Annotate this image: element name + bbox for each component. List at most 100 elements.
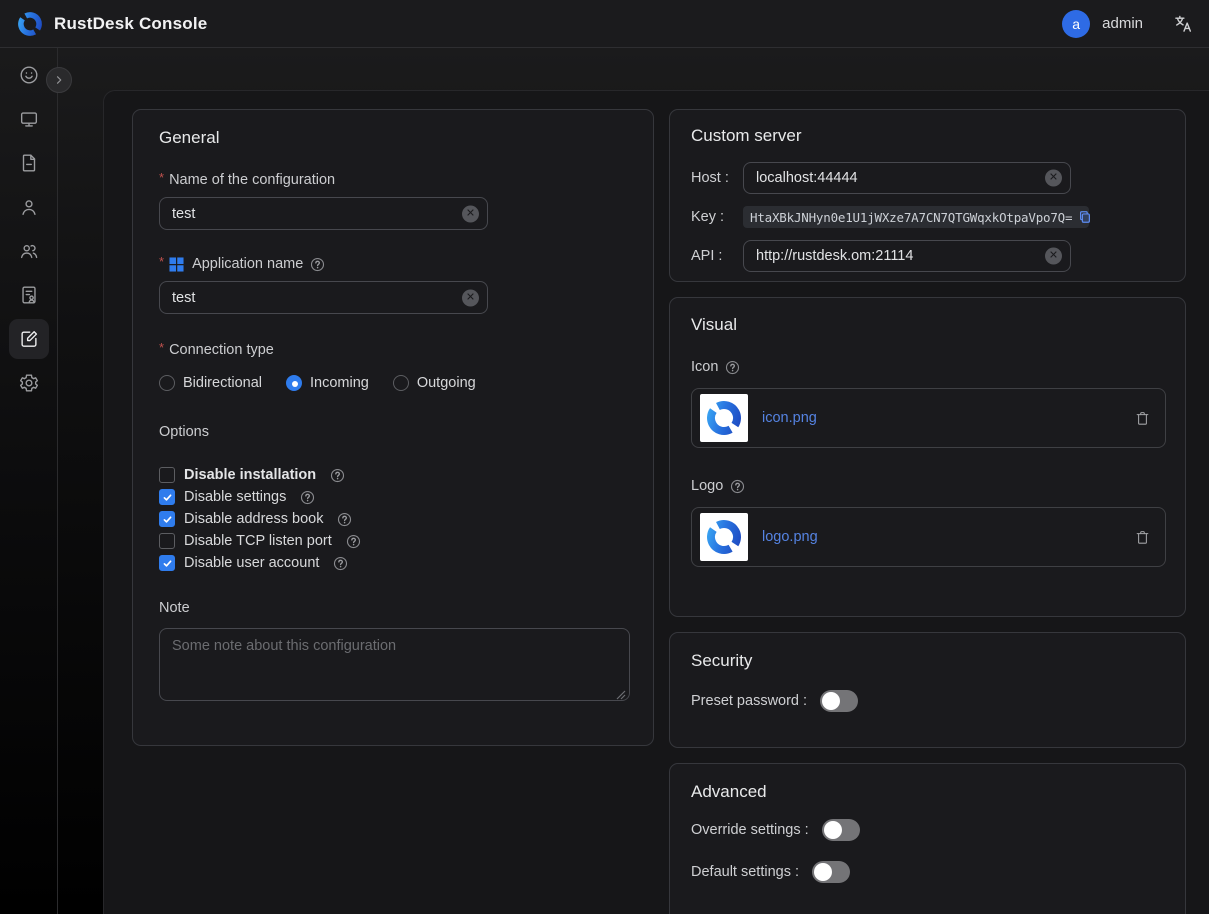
default-settings-row: Default settings : (691, 861, 1164, 883)
help-icon[interactable] (300, 490, 315, 505)
icon-file-row: icon.png (691, 388, 1166, 448)
monitor-icon (18, 108, 40, 130)
trash-icon[interactable] (1134, 529, 1151, 546)
override-settings-row: Override settings : (691, 819, 1164, 841)
rustdesk-logo-icon (704, 517, 744, 557)
radio-outgoing[interactable]: Outgoing (393, 375, 476, 391)
checkbox-checked-icon (159, 489, 175, 505)
config-name-input[interactable] (159, 197, 488, 230)
avatar[interactable]: a (1062, 10, 1090, 38)
clear-icon[interactable]: ✕ (462, 289, 479, 306)
user-icon (18, 196, 40, 218)
radio-icon (159, 375, 175, 391)
required-asterisk: * (159, 168, 164, 188)
logo-label: Logo (691, 478, 723, 494)
username[interactable]: admin (1102, 15, 1143, 32)
option-disable-settings[interactable]: Disable settings (159, 486, 627, 508)
app-name-input[interactable] (159, 281, 488, 314)
advanced-title: Advanced (691, 782, 1164, 802)
avatar-initial: a (1072, 16, 1080, 32)
help-icon[interactable] (725, 360, 740, 375)
app-name-label: * Application name (159, 254, 627, 274)
help-icon[interactable] (330, 468, 345, 483)
icon-label: Icon (691, 359, 718, 375)
sidebar-item-settings[interactable] (9, 363, 49, 403)
trash-icon[interactable] (1134, 410, 1151, 427)
host-input[interactable] (743, 162, 1071, 194)
icon-file-link[interactable]: icon.png (762, 410, 817, 426)
host-row: Host : ✕ (691, 162, 1164, 194)
api-row: API : ✕ (691, 240, 1164, 272)
sidebar (0, 48, 58, 914)
radio-bidirectional[interactable]: Bidirectional (159, 375, 262, 391)
radio-icon (393, 375, 409, 391)
key-row: Key : HtaXBkJNHyn0e1U1jWXze7A7CN7QTGWqxk… (691, 206, 1164, 228)
clear-icon[interactable]: ✕ (462, 205, 479, 222)
checkbox-checked-icon (159, 511, 175, 527)
security-title: Security (691, 651, 1164, 671)
connection-type-label: * Connection type (159, 340, 627, 360)
override-settings-toggle[interactable] (822, 819, 860, 841)
content-panel: General * Name of the configuration ✕ * … (103, 90, 1209, 914)
copy-icon[interactable] (1078, 210, 1092, 224)
clear-icon[interactable]: ✕ (1045, 170, 1062, 187)
help-icon[interactable] (310, 257, 325, 272)
help-icon[interactable] (337, 512, 352, 527)
app-header: RustDesk Console a admin (0, 0, 1209, 48)
logo-file-link[interactable]: logo.png (762, 529, 818, 545)
rustdesk-logo-icon (704, 398, 744, 438)
audit-log-icon (18, 284, 40, 306)
header-user-area: a admin (1062, 10, 1193, 38)
sidebar-expand-button[interactable] (46, 67, 72, 93)
app-title: RustDesk Console (54, 14, 207, 34)
sidebar-item-groups[interactable] (9, 231, 49, 271)
checkbox-checked-icon (159, 555, 175, 571)
checkbox-icon (159, 467, 175, 483)
help-icon[interactable] (346, 534, 361, 549)
advanced-card: Advanced Override settings : Default set… (669, 763, 1186, 914)
sidebar-item-audit[interactable] (9, 275, 49, 315)
note-textarea[interactable] (159, 628, 630, 701)
sidebar-item-configurations[interactable] (9, 319, 49, 359)
required-asterisk: * (159, 338, 164, 358)
clear-icon[interactable]: ✕ (1045, 248, 1062, 265)
app-name-field: ✕ (159, 281, 488, 314)
help-icon[interactable] (333, 556, 348, 571)
radio-checked-icon (286, 375, 302, 391)
users-icon (18, 240, 40, 262)
default-settings-toggle[interactable] (812, 861, 850, 883)
key-label: Key : (691, 209, 743, 225)
option-disable-installation[interactable]: Disable installation (159, 464, 627, 486)
windows-icon (169, 257, 184, 272)
api-input[interactable] (743, 240, 1071, 272)
document-icon (18, 152, 40, 174)
visual-title: Visual (691, 315, 1164, 335)
edit-icon (18, 328, 40, 350)
help-icon[interactable] (730, 479, 745, 494)
translate-icon[interactable] (1173, 14, 1193, 34)
custom-server-card: Custom server Host : ✕ Key : HtaXBkJNHyn… (669, 109, 1186, 282)
key-value-chip: HtaXBkJNHyn0e1U1jWXze7A7CN7QTGWqxkOtpaVp… (743, 206, 1089, 228)
security-card: Security Preset password : (669, 632, 1186, 748)
logo-file-row: logo.png (691, 507, 1166, 567)
sidebar-item-dashboard[interactable] (9, 55, 49, 95)
option-disable-address-book[interactable]: Disable address book (159, 508, 627, 530)
checkbox-icon (159, 533, 175, 549)
option-disable-tcp-listen-port[interactable]: Disable TCP listen port (159, 530, 627, 552)
config-name-field: ✕ (159, 197, 488, 230)
general-title: General (159, 128, 627, 148)
option-disable-user-account[interactable]: Disable user account (159, 552, 627, 574)
preset-password-toggle[interactable] (820, 690, 858, 712)
icon-preview (700, 394, 748, 442)
logo-preview (700, 513, 748, 561)
radio-incoming[interactable]: Incoming (286, 375, 369, 391)
key-value: HtaXBkJNHyn0e1U1jWXze7A7CN7QTGWqxkOtpaVp… (750, 210, 1072, 225)
sidebar-item-sessions[interactable] (9, 143, 49, 183)
sidebar-item-devices[interactable] (9, 99, 49, 139)
general-card: General * Name of the configuration ✕ * … (132, 109, 654, 746)
sidebar-item-users[interactable] (9, 187, 49, 227)
icon-label-row: Icon (691, 359, 1164, 375)
required-asterisk: * (159, 252, 164, 272)
face-icon (18, 64, 40, 86)
settings-icon (18, 372, 40, 394)
